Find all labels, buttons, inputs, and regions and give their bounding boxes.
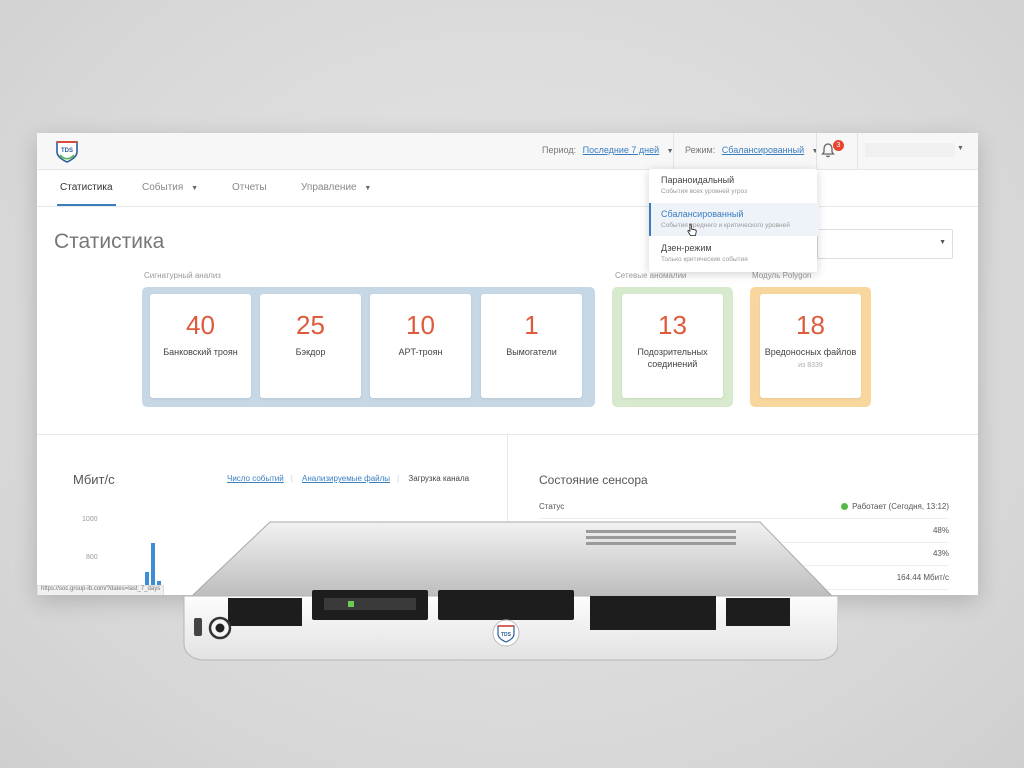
chevron-down-icon: ▼ bbox=[191, 185, 198, 192]
status-dot-icon bbox=[841, 503, 849, 510]
vent-grille bbox=[586, 530, 736, 545]
chart-bar bbox=[151, 543, 155, 585]
sensor-select[interactable]: ▼ bbox=[817, 229, 953, 259]
stat-card-suspicious-connections[interactable]: 13 Подозрительных соединений bbox=[622, 294, 723, 398]
stat-card-banking-trojan[interactable]: 40 Банковский троян bbox=[150, 294, 251, 398]
stat-label: Подозрительных соединений bbox=[622, 346, 723, 370]
divider: | bbox=[397, 474, 400, 483]
tab-label: Отчеты bbox=[232, 182, 267, 193]
user-menu[interactable] bbox=[865, 143, 955, 157]
polygon-group: 18 Вредоносных файлов из 8339 bbox=[750, 287, 871, 407]
chevron-down-icon[interactable]: ▼ bbox=[957, 145, 964, 152]
tab-events[interactable]: События ▼ bbox=[142, 170, 198, 206]
sensor-value: Работает (Сегодня, 13:12) bbox=[852, 502, 949, 511]
option-desc: События среднего и критического уровней bbox=[661, 222, 790, 229]
chevron-down-icon: ▼ bbox=[939, 239, 946, 246]
stat-label-line: Подозрительных bbox=[637, 347, 708, 357]
option-desc: События всех уровней угроз bbox=[661, 188, 748, 195]
tab-management[interactable]: Управление ▼ bbox=[301, 170, 371, 206]
y-tick-label: 800 bbox=[86, 554, 98, 561]
divider: | bbox=[290, 474, 293, 483]
mode-value[interactable]: Сбалансированный bbox=[722, 145, 804, 155]
divider bbox=[673, 133, 674, 169]
server-appliance-image: TDS bbox=[183, 521, 838, 661]
mode-option-balanced[interactable]: Сбалансированный События среднего и крит… bbox=[649, 203, 819, 236]
stat-value: 13 bbox=[658, 310, 687, 340]
stat-value: 40 bbox=[186, 310, 215, 340]
traffic-tabs: Число событий | Анализируемые файлы | Загр… bbox=[227, 474, 476, 483]
stat-sublabel: из 8339 bbox=[798, 362, 823, 369]
tds-logo-icon: TDS bbox=[492, 619, 520, 647]
stat-label: Вредоносных файлов bbox=[764, 347, 857, 357]
tab-channel-load[interactable]: Загрузка канала bbox=[408, 474, 469, 483]
tab-events-count[interactable]: Число событий bbox=[227, 474, 284, 483]
tab-label: Управление bbox=[301, 182, 357, 193]
stat-value: 25 bbox=[296, 310, 325, 340]
drive-bay bbox=[726, 598, 790, 626]
chevron-down-icon: ▼ bbox=[364, 185, 372, 192]
period-selector[interactable]: Период: Последние 7 дней ▼ bbox=[542, 145, 674, 155]
signature-label: Сигнатурный анализ bbox=[144, 271, 221, 280]
y-tick-label: 1000 bbox=[82, 516, 98, 523]
stat-label: Бэкдор bbox=[295, 347, 326, 357]
notification-badge: 3 bbox=[833, 140, 844, 151]
stat-value: 10 bbox=[406, 310, 435, 340]
stat-label-line: соединений bbox=[647, 359, 698, 369]
tab-label: События bbox=[142, 182, 184, 193]
drive-bay bbox=[438, 590, 574, 620]
divider bbox=[857, 133, 858, 169]
mode-option-paranoid[interactable]: Параноидальный События всех уровней угро… bbox=[649, 169, 817, 202]
traffic-title: Мбит/с bbox=[73, 472, 115, 487]
hand-cursor-icon bbox=[687, 223, 697, 236]
signature-group: 40 Банковский троян 25 Бэкдор 10 APT-тро… bbox=[142, 287, 595, 407]
mode-selector[interactable]: Режим: Сбалансированный ▼ bbox=[685, 145, 819, 155]
sensor-title: Состояние сенсора bbox=[539, 473, 648, 487]
drive-bay bbox=[590, 596, 716, 630]
stat-card-backdoor[interactable]: 25 Бэкдор bbox=[260, 294, 361, 398]
sensor-value: 48% bbox=[932, 526, 949, 535]
tab-reports[interactable]: Отчеты bbox=[232, 170, 267, 206]
sensor-value: 164.44 Мбит/с bbox=[896, 573, 949, 582]
sensor-key: Статус bbox=[539, 502, 565, 511]
option-title: Сбалансированный bbox=[661, 209, 744, 219]
sensor-row: Статус Работает (Сегодня, 13:12) bbox=[539, 496, 949, 519]
polygon-label: Модуль Polygon bbox=[752, 271, 812, 280]
tds-logo-icon[interactable]: TDS bbox=[54, 139, 80, 163]
logo-text: TDS bbox=[501, 632, 512, 638]
main-nav: Статистика События ▼ Отчеты Управление ▼ bbox=[37, 170, 978, 207]
option-title: Дзен-режим bbox=[661, 243, 712, 253]
stat-label: Банковский троян bbox=[163, 347, 238, 357]
stat-card-malicious-files[interactable]: 18 Вредоносных файлов из 8339 bbox=[760, 294, 861, 398]
mode-dropdown: Параноидальный События всех уровней угро… bbox=[649, 169, 819, 272]
chart-bar bbox=[145, 572, 149, 585]
mode-label: Режим: bbox=[685, 145, 716, 155]
tab-analyzed-files[interactable]: Анализируемые файлы bbox=[302, 474, 390, 483]
stat-label: Вымогатели bbox=[506, 347, 557, 357]
tab-label: Статистика bbox=[60, 182, 113, 193]
drive-bay bbox=[228, 598, 302, 626]
top-bar: TDS Период: Последние 7 дней ▼ Режим: Сб… bbox=[37, 133, 978, 170]
stat-value: 18 bbox=[796, 310, 825, 340]
period-value[interactable]: Последние 7 дней bbox=[583, 145, 660, 155]
divider bbox=[816, 133, 817, 169]
page-title: Статистика bbox=[54, 230, 165, 253]
stat-card-ransomware[interactable]: 1 Вымогатели bbox=[481, 294, 582, 398]
period-label: Период: bbox=[542, 145, 577, 155]
sensor-status: Работает (Сегодня, 13:12) bbox=[841, 502, 949, 511]
stat-card-apt-trojan[interactable]: 10 APT-троян bbox=[370, 294, 471, 398]
network-label: Сетевые аномалии bbox=[615, 271, 687, 280]
option-title: Параноидальный bbox=[661, 175, 735, 185]
tab-statistics[interactable]: Статистика bbox=[57, 170, 116, 206]
stat-value: 1 bbox=[524, 310, 539, 340]
mode-option-zen[interactable]: Дзен-режим Только критические события bbox=[649, 237, 817, 270]
option-desc: Только критические события bbox=[661, 256, 748, 263]
status-bar-url: https://soc.group-ib.com/?dates=last_7_d… bbox=[37, 585, 165, 595]
network-group: 13 Подозрительных соединений bbox=[612, 287, 733, 407]
sensor-value: 43% bbox=[932, 549, 949, 558]
power-button-icon bbox=[194, 616, 232, 640]
logo-text: TDS bbox=[61, 148, 73, 154]
stat-label: APT-троян bbox=[398, 347, 443, 357]
